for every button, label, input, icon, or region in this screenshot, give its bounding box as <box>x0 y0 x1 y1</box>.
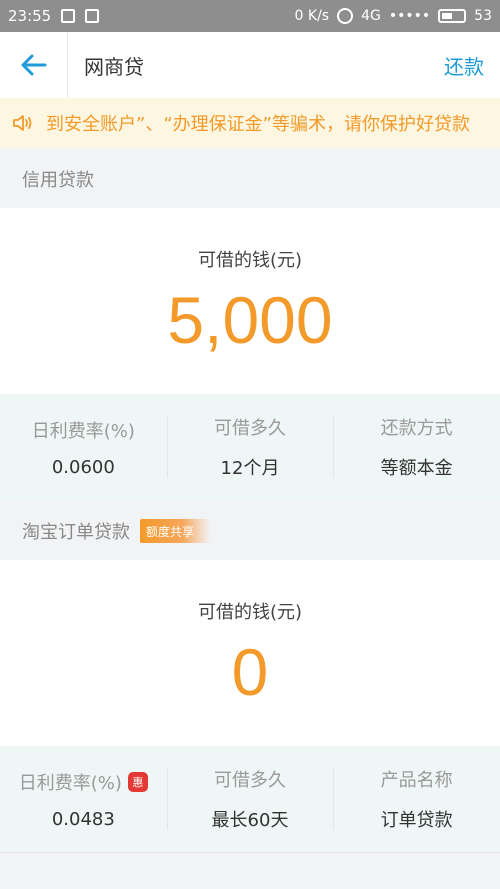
arrow-left-icon <box>21 54 46 76</box>
taobao-loan-amount-card[interactable]: 可借的钱(元) 0 <box>0 560 500 746</box>
stat-daily-rate: 日利费率(%) 惠 0.0483 <box>0 746 167 852</box>
stat-label: 还款方式 <box>380 418 453 439</box>
stat-duration: 可借多久 最长60天 <box>166 746 334 852</box>
status-time: 23:55 <box>8 7 52 25</box>
stat-value: 12个月 <box>220 458 280 479</box>
battery-icon <box>438 9 467 23</box>
taobao-amount: 0 <box>231 635 269 709</box>
repay-button[interactable]: 还款 <box>444 51 484 80</box>
signal-icon: ••••• <box>388 8 431 24</box>
credit-loan-section-title: 信用贷款 <box>0 150 500 208</box>
credit-loan-stats: 日利费率(%) 0.0600 可借多久 12个月 还款方式 等额本金 <box>0 394 500 500</box>
stat-value: 订单贷款 <box>380 810 453 831</box>
speaker-icon <box>0 113 46 133</box>
stat-daily-rate: 日利费率(%) 0.0600 <box>0 394 167 500</box>
status-bar: 23:55 0 K/s 4G ••••• 53 <box>0 0 500 32</box>
notice-bar[interactable]: 到安全账户”、“办理保证金”等骗术，请你保护好贷款 <box>0 98 500 148</box>
amount-label: 可借的钱(元) <box>197 250 303 271</box>
battery-level: 53 <box>474 8 492 24</box>
section-title-text: 淘宝订单贷款 <box>22 522 130 543</box>
stat-value: 最长60天 <box>211 810 289 831</box>
discount-badge: 惠 <box>127 771 148 792</box>
stat-label-text: 日利费率(%) <box>18 772 122 794</box>
bag-icon <box>85 9 100 23</box>
taobao-loan-stats: 日利费率(%) 惠 0.0483 可借多久 最长60天 产品名称 订单贷款 <box>0 746 500 852</box>
stat-value: 0.0600 <box>51 456 115 478</box>
amount-label: 可借的钱(元) <box>197 602 303 623</box>
stat-label: 可借多久 <box>214 418 286 439</box>
credit-loan-amount-card[interactable]: 可借的钱(元) 5,000 <box>0 208 500 394</box>
section-title-text: 信用贷款 <box>22 170 94 191</box>
notice-text: 到安全账户”、“办理保证金”等骗术，请你保护好贷款 <box>46 114 470 135</box>
stat-label: 日利费率(%) <box>31 420 135 442</box>
page-title: 网商贷 <box>84 54 144 79</box>
wallet-icon <box>61 9 76 23</box>
stat-repay-method: 还款方式 等额本金 <box>333 394 500 500</box>
stat-product-name: 产品名称 订单贷款 <box>333 746 500 852</box>
stat-label: 产品名称 <box>380 770 453 791</box>
taobao-loan-section-title: 淘宝订单贷款 额度共享 <box>0 502 500 560</box>
credit-amount: 5,000 <box>167 283 333 357</box>
bottom-strip <box>0 852 500 889</box>
stat-label: 可借多久 <box>214 770 286 791</box>
stat-label: 日利费率(%) 惠 <box>19 769 148 795</box>
stat-value: 等额本金 <box>380 458 453 479</box>
shared-quota-tag: 额度共享 <box>140 519 211 543</box>
nav-bar: 网商贷 还款 <box>0 32 500 98</box>
stat-duration: 可借多久 12个月 <box>166 394 334 500</box>
stat-value: 0.0483 <box>51 808 115 830</box>
alarm-icon <box>337 8 354 24</box>
network-type: 4G <box>361 8 381 24</box>
back-button[interactable] <box>0 32 68 98</box>
network-speed: 0 K/s <box>294 8 330 24</box>
